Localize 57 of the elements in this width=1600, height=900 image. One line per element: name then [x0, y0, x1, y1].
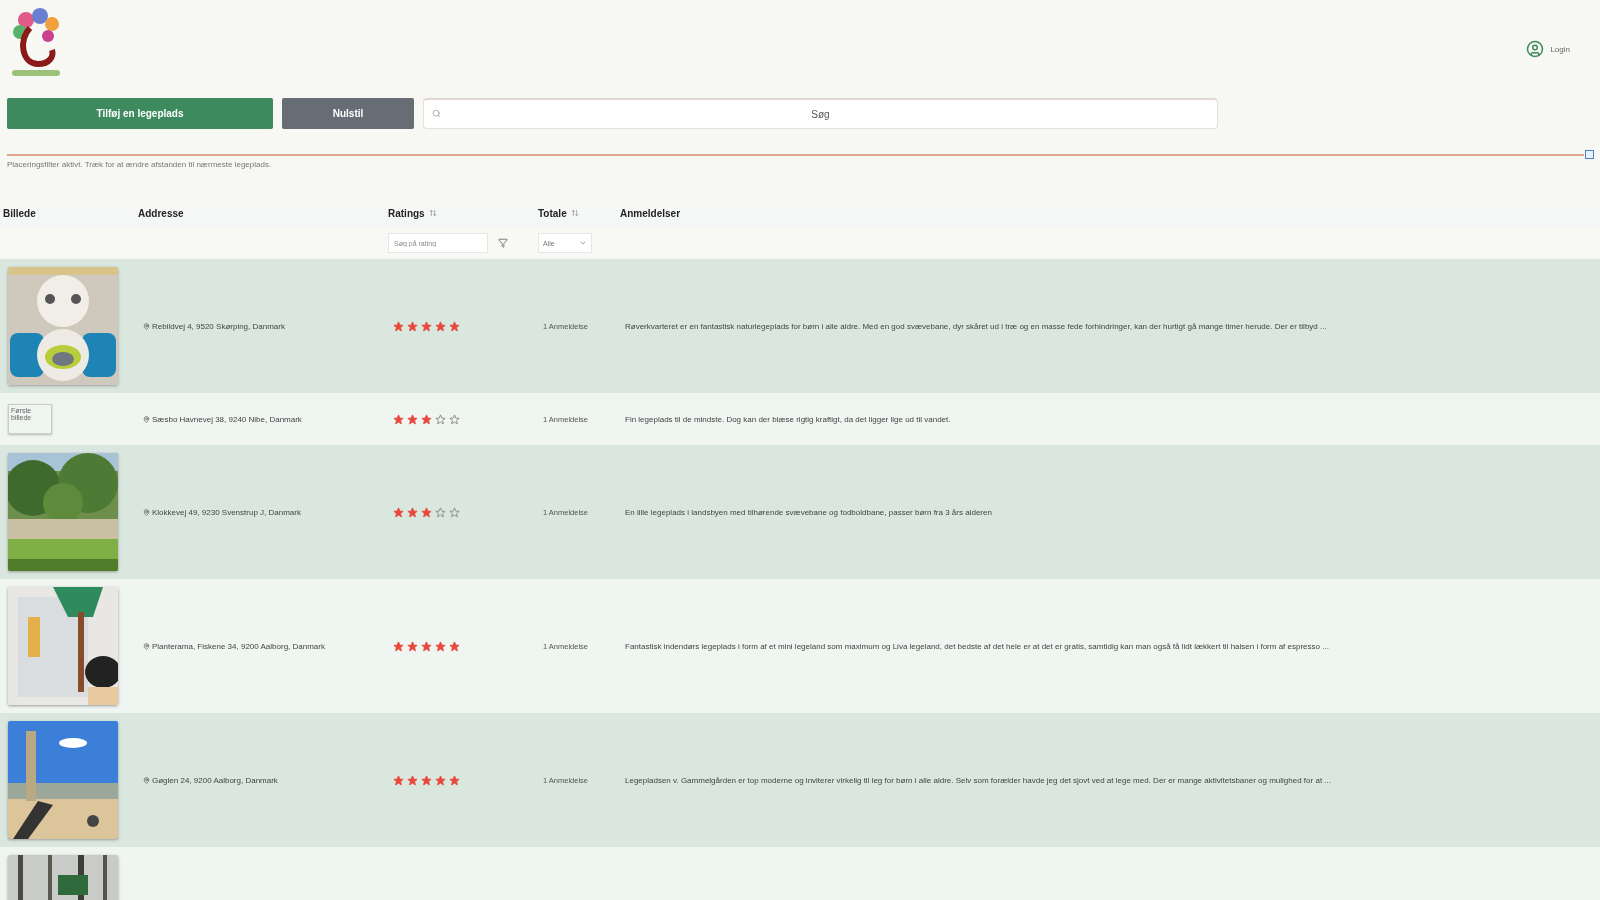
empty-star-icon: [435, 506, 446, 518]
empty-star-icon: [449, 506, 460, 518]
star-icon: [435, 640, 446, 652]
star-icon: [449, 640, 460, 652]
pin-icon: [143, 322, 150, 330]
address-text: Planterama, Fiskene 34, 9200 Aalborg, Danmark: [143, 641, 393, 651]
address-text: Rebildvej 4, 9520 Skørping, Danmark: [143, 321, 393, 331]
empty-star-icon: [449, 413, 460, 425]
column-header: Addresse: [138, 207, 184, 219]
login-link[interactable]: Login: [1550, 44, 1570, 54]
reset-button[interactable]: Nulstil: [282, 98, 414, 129]
review-text: En lille legeplads i landsbyen med tilhørende svævebane og fodboldbane, passer børn fra 3 års alderen: [625, 507, 993, 517]
review-text: Legepladsen v. Gammelgården er top moderne og inviterer virkelig til leg for børn i alle aldre. Selv som forælder havde jeg det sjovt ved at lege med. Der er mange aktivitetsbaner og mulighed for at ...: [625, 775, 1332, 785]
star-icon: [449, 774, 460, 786]
star-icon: [393, 506, 404, 518]
review-text: Fantastisk indendørs legeplads i form af et mini legeland som maximum og Liva legeland, det bedste af det hele er at det er gratis, samtidig kan man også få lidt lækkert til halsen i form af espresso ...: [625, 641, 1330, 651]
column-header[interactable]: Ratings: [388, 207, 425, 219]
search-icon: [432, 109, 441, 118]
star-icon: [407, 413, 418, 425]
star-icon: [435, 320, 446, 332]
pin-icon: [143, 642, 150, 650]
review-text: Fin legeplads til de mindste. Dog kan der blæse rigtig kraftigt, da det ligger lige ud til vandet.: [625, 414, 952, 424]
add-playground-button[interactable]: Tilføj en legeplads: [7, 98, 273, 129]
column-header[interactable]: Totale: [538, 207, 567, 219]
star-icon: [393, 320, 404, 332]
column-header: Billede: [3, 207, 36, 219]
star-icon: [407, 774, 418, 786]
slider-handle[interactable]: [1585, 150, 1594, 159]
star-icon: [407, 506, 418, 518]
pin-icon: [143, 776, 150, 784]
pin-icon: [143, 508, 150, 516]
empty-star-icon: [435, 413, 446, 425]
address-text: Klokkevej 49, 9230 Svenstrup J, Danmark: [143, 507, 393, 517]
pin-icon: [143, 415, 150, 423]
star-icon: [407, 320, 418, 332]
star-icon: [435, 774, 446, 786]
chevron-icon: [579, 239, 587, 247]
column-header: Anmeldelser: [620, 207, 681, 219]
address-text: Sæsbo Havnevej 38, 9240 Nibe, Danmark: [143, 414, 393, 424]
star-icon: [421, 506, 432, 518]
user-icon[interactable]: [1526, 40, 1545, 58]
search-field[interactable]: Søg: [423, 98, 1218, 129]
star-icon: [393, 413, 404, 425]
star-icon: [421, 413, 432, 425]
star-icon: [421, 320, 432, 332]
star-icon: [421, 774, 432, 786]
sort-icon[interactable]: [570, 209, 579, 217]
review-text: Røverkvarteret er en fantastisk naturlegeplads for børn i alle aldre. Med en god svævebane, dyr skåret ud i træ og en masse fede forhindringer, kan der hurtigt gå mange timer herude. Der er tilbyd ...: [625, 321, 1328, 331]
star-icon: [393, 640, 404, 652]
star-icon: [449, 320, 460, 332]
star-icon: [407, 640, 418, 652]
hint-text: Placeringsfilter aktivt. Træk for at ændre afstanden til nærmeste legeplads.: [6, 159, 273, 169]
star-icon: [393, 774, 404, 786]
filter-icon[interactable]: [498, 238, 508, 248]
address-text: Gøglen 24, 9200 Aalborg, Danmark: [143, 775, 393, 785]
sort-icon[interactable]: [428, 209, 437, 217]
star-icon: [421, 640, 432, 652]
